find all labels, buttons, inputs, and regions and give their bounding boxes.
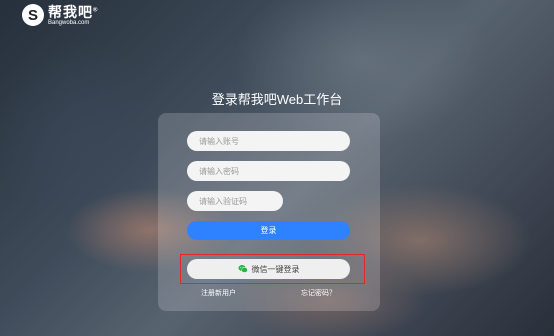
wechat-icon bbox=[238, 265, 248, 273]
login-button[interactable]: 登录 bbox=[187, 221, 350, 240]
forgot-password-link[interactable]: 忘记密码？ bbox=[301, 288, 336, 298]
logo-mark-icon: S bbox=[22, 4, 44, 26]
captcha-input[interactable] bbox=[187, 191, 283, 211]
password-input[interactable] bbox=[187, 161, 350, 181]
wechat-login-label: 微信一键登录 bbox=[251, 264, 300, 274]
page-title: 登录帮我吧Web工作台 bbox=[211, 92, 343, 107]
register-link[interactable]: 注册新用户 bbox=[201, 288, 236, 298]
brand-logo[interactable]: S 帮我吧® Bangwoba.com bbox=[22, 4, 98, 26]
wechat-login-button[interactable]: 微信一键登录 bbox=[187, 259, 350, 279]
brand-name: 帮我吧® bbox=[48, 3, 99, 20]
account-input[interactable] bbox=[187, 131, 350, 151]
brand-url: Bangwoba.com bbox=[48, 19, 90, 26]
